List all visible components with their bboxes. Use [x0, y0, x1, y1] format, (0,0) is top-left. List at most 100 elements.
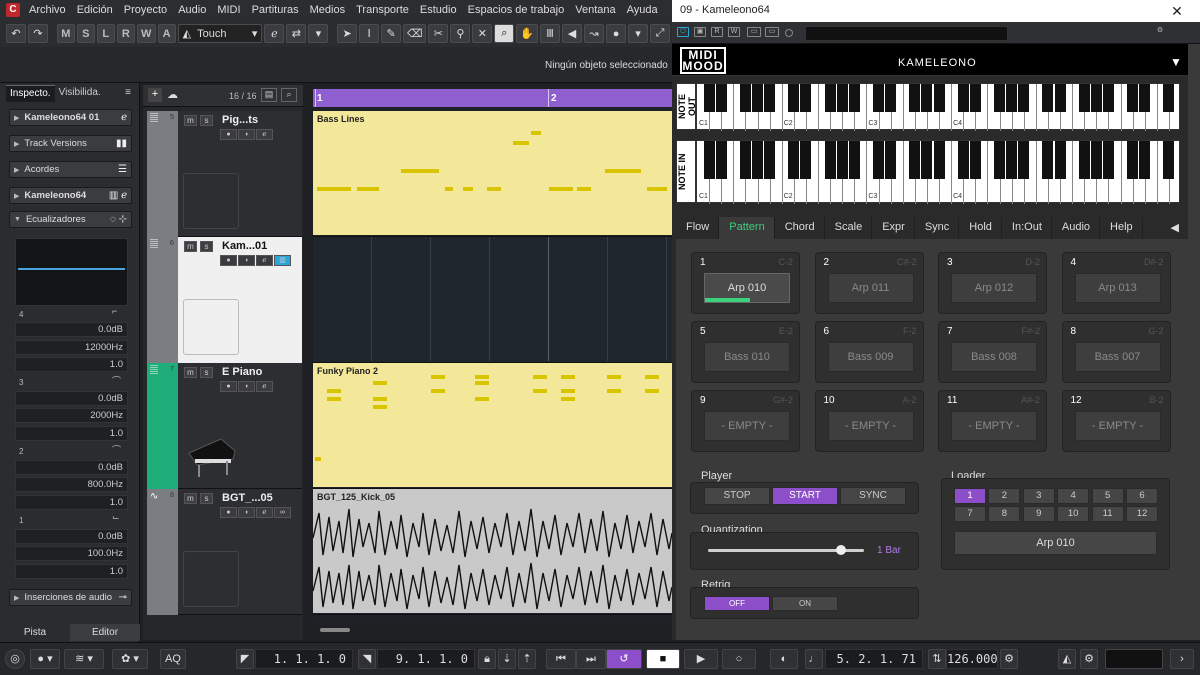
black-key[interactable] [873, 84, 884, 113]
black-key[interactable] [715, 141, 727, 179]
go-to-start-icon[interactable]: ⏮ [546, 649, 576, 669]
black-key[interactable] [909, 84, 921, 113]
note-icon[interactable]: ♩ [805, 649, 823, 669]
collapse-arrow-icon[interactable]: ◀ [1160, 217, 1188, 239]
slot-pattern-button[interactable]: - EMPTY - [827, 411, 914, 441]
metronome-options-icon[interactable]: ✿ ▾ [112, 649, 148, 669]
black-key[interactable] [739, 141, 751, 179]
black-key[interactable] [836, 141, 848, 179]
black-key[interactable] [994, 141, 1005, 179]
read-icon[interactable]: ℯ [256, 381, 273, 392]
eq-freq-field[interactable]: 2000Hz [15, 408, 128, 423]
black-key[interactable] [873, 141, 884, 179]
track-header[interactable]: 𝄚 5 m s Pig...ts ● ◖ ℯ [147, 111, 302, 237]
eq-q-field[interactable]: 1.0 [15, 426, 128, 441]
hand-icon[interactable]: ✋ [516, 24, 539, 43]
track-lane[interactable]: BGT_125_Kick_05 [313, 489, 672, 615]
sync-button[interactable]: SYNC [840, 487, 906, 505]
tab-inspector[interactable]: Inspecto. [6, 85, 55, 102]
horizontal-scrollbar[interactable] [320, 628, 350, 632]
black-key[interactable] [1127, 141, 1139, 179]
retrig-off-button[interactable]: OFF [704, 596, 770, 611]
tab-scale[interactable]: Scale [824, 217, 873, 239]
settings-icon[interactable]: ⚙ [1154, 27, 1166, 37]
eq-freq-field[interactable]: 100.0Hz [15, 546, 128, 561]
track-picture[interactable] [183, 551, 239, 607]
pattern-slot[interactable]: 11 A#-2 - EMPTY - [938, 390, 1047, 452]
solo-button[interactable]: s [200, 241, 213, 252]
left-locator-icon[interactable]: ◤ [236, 649, 254, 669]
black-key[interactable] [764, 84, 776, 113]
solo-button[interactable]: s [200, 493, 213, 504]
black-key[interactable] [703, 84, 715, 113]
link-icon[interactable]: ∞ [274, 507, 291, 518]
black-key[interactable] [1139, 141, 1151, 179]
inspector-section-track[interactable]: ▶ Kameleono64 01 ℯ [9, 109, 132, 126]
read-automation-icon[interactable]: R [711, 27, 723, 37]
loader-slot-button[interactable]: 3 [1022, 488, 1055, 504]
black-key[interactable] [1127, 84, 1139, 113]
black-key[interactable] [957, 84, 969, 113]
eq-curve-display[interactable] [15, 238, 128, 306]
black-key[interactable] [715, 84, 727, 113]
tab-help[interactable]: Help [1100, 217, 1143, 239]
eq-freq-field[interactable]: 800.0Hz [15, 477, 128, 492]
black-key[interactable] [1054, 84, 1066, 113]
redo-button[interactable]: ↷ [28, 24, 48, 43]
midi-part[interactable]: Funky Piano 2 [313, 363, 672, 487]
track-name[interactable]: Pig...ts [222, 114, 258, 126]
stop-icon[interactable]: ■ [646, 649, 680, 669]
black-key[interactable] [848, 141, 860, 179]
eq-q-field[interactable]: 1.0 [15, 495, 128, 510]
black-key[interactable] [994, 84, 1005, 113]
slot-pattern-button[interactable]: Bass 009 [827, 342, 914, 372]
record-icon[interactable]: ● [220, 255, 237, 266]
quantization-slider-knob[interactable] [835, 545, 846, 555]
marker-icon[interactable]: ◭ [1058, 649, 1076, 669]
right-locator-icon[interactable]: ◥ [358, 649, 376, 669]
menu-midi[interactable]: MIDI [217, 4, 240, 16]
eq-q-field[interactable]: 1.0 [15, 564, 128, 579]
solo-mode-button[interactable]: S [76, 24, 95, 43]
piano-icon[interactable] [183, 425, 239, 481]
track-name[interactable]: E Piano [222, 366, 262, 378]
tab-flow[interactable]: Flow [676, 217, 720, 239]
black-key[interactable] [885, 141, 897, 179]
slot-pattern-button[interactable]: Bass 008 [951, 342, 1037, 372]
add-track-icon[interactable]: + [148, 88, 162, 102]
tab-audio[interactable]: Audio [1051, 217, 1101, 239]
track-lane-empty[interactable] [313, 237, 672, 363]
tab-hold[interactable]: Hold [959, 217, 1002, 239]
tempo-track-icon[interactable]: ⇅ [928, 649, 946, 669]
metronome-icon[interactable]: ◐ [770, 649, 798, 669]
black-key[interactable] [800, 141, 812, 179]
loader-selected-pattern[interactable]: Arp 010 [954, 531, 1157, 555]
loader-slot-button[interactable]: 4 [1057, 488, 1090, 504]
stop-button[interactable]: STOP [704, 487, 770, 505]
black-key[interactable] [969, 141, 981, 179]
black-key[interactable] [1163, 84, 1175, 113]
read-icon[interactable]: ℯ [256, 507, 273, 518]
inspector-section-eq[interactable]: ▼ Ecualizadores ◌ ⊹ [9, 211, 132, 228]
black-key[interactable] [836, 84, 848, 113]
cloud-icon[interactable]: ☁ [167, 88, 178, 101]
track-header[interactable]: ∿ 8 m s BGT_...05 ● ◖ ℯ ∞ [147, 489, 302, 615]
black-key[interactable] [933, 141, 945, 179]
menu-transporte[interactable]: Transporte [356, 4, 409, 16]
punch-in-icon[interactable]: ⇣ [498, 649, 516, 669]
pattern-slot[interactable]: 6 F-2 Bass 009 [814, 321, 924, 383]
loader-slot-button[interactable]: 5 [1091, 488, 1124, 504]
track-lane[interactable]: Funky Piano 2 [313, 363, 672, 489]
record-mode-icon[interactable]: ● ▾ [30, 649, 60, 669]
color-icon[interactable]: ● [606, 24, 627, 43]
nudge-icon[interactable]: ⤢ [650, 24, 671, 43]
loader-slot-button[interactable]: 10 [1057, 506, 1090, 522]
black-key[interactable] [1090, 141, 1102, 179]
track-picture[interactable] [183, 173, 239, 229]
retrig-on-button[interactable]: ON [772, 596, 838, 611]
black-key[interactable] [1102, 84, 1114, 113]
preset-field[interactable] [805, 26, 1008, 41]
tab-visibility[interactable]: Visibilida. [54, 85, 105, 102]
eq-bypass-icon[interactable]: ◌ ⊹ [110, 214, 127, 225]
black-key[interactable] [800, 84, 812, 113]
